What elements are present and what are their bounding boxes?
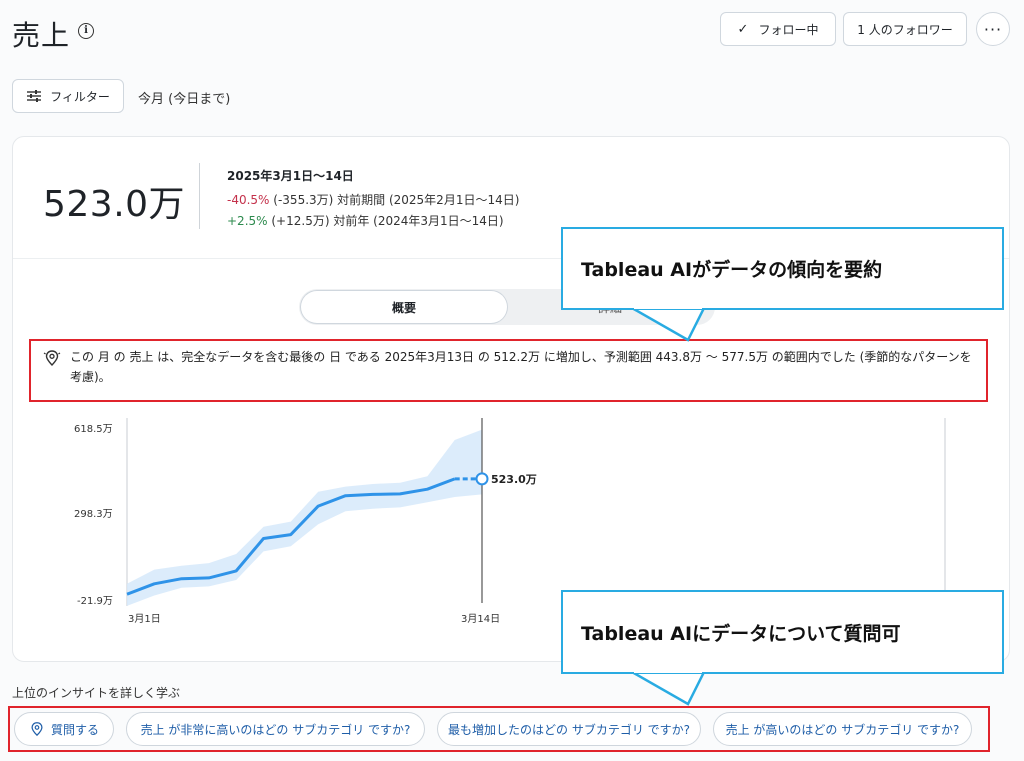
prev-year-comparison: +2.5% (+12.5万) 対前年 (2024年3月1日～14日)	[227, 212, 504, 229]
tab-summary[interactable]: 概要	[301, 291, 507, 323]
y-tick-label: 298.3万	[74, 509, 113, 520]
period-label: 今月 (今日まで)	[138, 92, 231, 107]
insight-icon	[31, 722, 43, 737]
y-tick-label: -21.9万	[77, 596, 113, 607]
more-icon: ···	[983, 19, 1003, 39]
followers-label: 1 人のフォロワー	[857, 22, 953, 37]
filter-label: フィルター	[50, 89, 110, 104]
prev-period-detail: (-355.3万) 対前期間 (2025年2月1日～14日)	[273, 193, 520, 207]
x-tick-label: 3月1日	[128, 614, 161, 625]
page-title: 売上	[12, 19, 71, 52]
prev-year-change: +2.5%	[227, 214, 268, 228]
follow-button[interactable]: ✓ フォロー中	[720, 12, 836, 46]
suggested-question-chip[interactable]: 売上 が非常に高いのはどの サブカテゴリ ですか?	[126, 712, 425, 746]
sliders-icon	[27, 90, 42, 102]
info-icon[interactable]: i	[78, 23, 94, 39]
suggested-question-chip[interactable]: 売上 が高いのはどの サブカテゴリ ですか?	[713, 712, 972, 746]
callout-ask: Tableau AIにデータについて質問可	[561, 590, 1004, 674]
metric-divider	[199, 163, 200, 229]
prev-year-detail: (+12.5万) 対前年 (2024年3月1日～14日)	[271, 214, 504, 228]
ask-question-button[interactable]: 質問する	[14, 712, 114, 746]
insight-icon	[43, 350, 61, 366]
prev-period-comparison: -40.5% (-355.3万) 対前期間 (2025年2月1日～14日)	[227, 191, 519, 208]
filter-button[interactable]: フィルター	[12, 79, 124, 113]
suggested-question-chip[interactable]: 最も増加したのはどの サブカテゴリ ですか?	[437, 712, 701, 746]
ask-question-label: 質問する	[50, 722, 99, 737]
date-range: 2025年3月1日～14日	[227, 169, 354, 183]
check-icon: ✓	[737, 21, 749, 37]
x-tick-label: 3月14日	[461, 614, 501, 625]
y-tick-label: 618.5万	[74, 424, 113, 435]
metric-value: 523.0万	[43, 184, 186, 225]
more-options-button[interactable]: ···	[976, 12, 1010, 46]
insight-summary: この 月 の 売上 は、完全なデータを含む最後の 日 である 2025年3月13…	[70, 350, 972, 384]
prev-period-change: -40.5%	[227, 193, 270, 207]
learn-more-label: 上位のインサイトを詳しく学ぶ	[12, 686, 181, 700]
followers-button[interactable]: 1 人のフォロワー	[843, 12, 967, 46]
follow-label: フォロー中	[758, 22, 819, 37]
callout-summary: Tableau AIがデータの傾向を要約	[561, 227, 1004, 310]
